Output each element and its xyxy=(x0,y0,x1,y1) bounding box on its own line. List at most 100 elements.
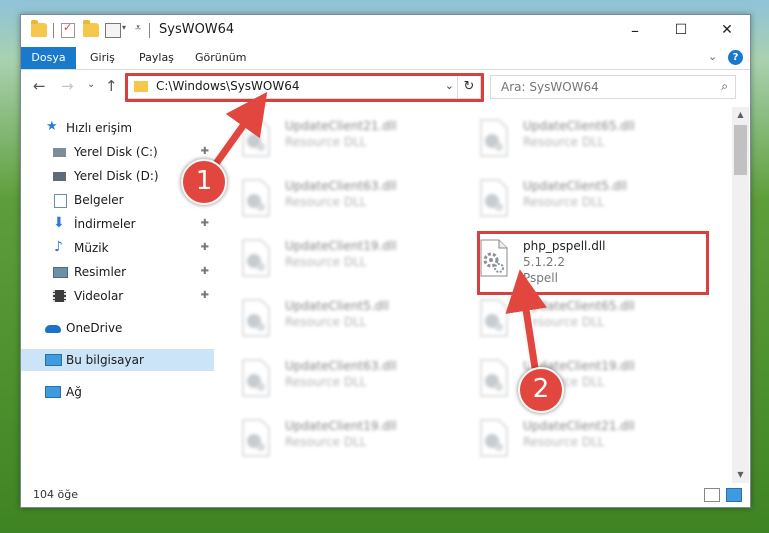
folder-icon xyxy=(31,20,47,37)
pin-icon[interactable]: ✚ xyxy=(201,237,209,259)
file-description: Resource DLL xyxy=(523,135,605,149)
scroll-down-icon[interactable]: ▼ xyxy=(732,467,749,483)
close-button[interactable]: ✕ xyxy=(704,15,750,47)
list-item[interactable]: UpdateClient21.dll Resource DLL xyxy=(239,111,467,161)
file-description: Resource DLL xyxy=(285,435,367,449)
dll-file-icon xyxy=(480,179,508,217)
list-item[interactable]: UpdateClient65.dll Resource DLL xyxy=(477,291,705,341)
file-name: UpdateClient21.dll xyxy=(285,119,397,133)
dll-file-icon xyxy=(480,299,508,337)
file-description: Resource DLL xyxy=(523,435,605,449)
pictures-icon xyxy=(53,267,68,278)
minimize-button[interactable]: – xyxy=(612,15,658,47)
sidebar-item-quick-access[interactable]: ★ Hızlı erişim xyxy=(21,117,214,139)
sidebar-item-onedrive[interactable]: OneDrive xyxy=(21,317,214,339)
file-name: UpdateClient5.dll xyxy=(285,299,389,313)
list-item[interactable]: UpdateClient5.dll Resource DLL xyxy=(239,291,467,341)
list-item[interactable]: UpdateClient63.dll Resource DLL xyxy=(239,171,467,221)
sidebar-item-label: Hızlı erişim xyxy=(66,121,133,135)
file-name: UpdateClient65.dll xyxy=(523,299,635,313)
list-item[interactable]: UpdateClient19.dll Resource DLL xyxy=(239,231,467,281)
sidebar-item-label: Bu bilgisayar xyxy=(66,353,144,367)
dll-file-icon xyxy=(480,359,508,397)
dll-file-icon xyxy=(242,299,270,337)
file-list: UpdateClient21.dll Resource DLL UpdateCl… xyxy=(219,107,729,483)
tab-file[interactable]: Dosya xyxy=(21,47,76,69)
item-count: 104 öğe xyxy=(33,488,78,501)
sidebar-item-local-disk-c[interactable]: Yerel Disk (C:) ✚ xyxy=(21,141,214,163)
pin-icon[interactable]: ✚ xyxy=(201,213,209,235)
new-folder-icon[interactable] xyxy=(83,20,99,37)
quick-access-menu-icon[interactable]: ⩡ xyxy=(135,21,141,35)
sidebar-item-this-pc[interactable]: Bu bilgisayar xyxy=(21,349,214,371)
sidebar-item-downloads[interactable]: ⬇ İndirmeler ✚ xyxy=(21,213,214,235)
dll-file-icon xyxy=(242,239,270,277)
forward-button[interactable]: → xyxy=(61,77,74,95)
search-box[interactable]: ⌕ xyxy=(490,75,736,99)
sidebar-item-label: Yerel Disk (D:) xyxy=(74,169,159,183)
window-title: SysWOW64 xyxy=(159,22,235,37)
file-name: UpdateClient65.dll xyxy=(523,119,635,133)
tab-home[interactable]: Giriş xyxy=(80,47,125,69)
large-icons-view-icon[interactable] xyxy=(726,488,742,502)
dll-file-icon xyxy=(242,419,270,457)
cloud-icon xyxy=(45,325,61,333)
search-icon[interactable]: ⌕ xyxy=(721,79,728,94)
file-name: UpdateClient19.dll xyxy=(285,239,397,253)
sidebar-item-label: Videolar xyxy=(74,289,124,303)
title-separator xyxy=(53,23,54,38)
list-item[interactable]: UpdateClient19.dll Resource DLL xyxy=(477,351,705,401)
toolbar-dropdown-icon[interactable]: ▾ xyxy=(122,23,126,32)
drive-icon xyxy=(53,172,66,181)
sidebar-item-videos[interactable]: Videolar ✚ xyxy=(21,285,214,307)
list-item[interactable]: UpdateClient21.dll Resource DLL xyxy=(477,411,705,461)
file-name: UpdateClient5.dll xyxy=(523,179,627,193)
file-name: UpdateClient21.dll xyxy=(523,419,635,433)
sidebar-item-network[interactable]: Ağ xyxy=(21,381,214,403)
title-bar[interactable]: ✓ ▾ ⩡ SysWOW64 – ☐ ✕ xyxy=(21,15,750,47)
sidebar-item-label: Resimler xyxy=(74,265,127,279)
list-item[interactable]: UpdateClient19.dll Resource DLL xyxy=(239,411,467,461)
sidebar-item-pictures[interactable]: Resimler ✚ xyxy=(21,261,214,283)
maximize-button[interactable]: ☐ xyxy=(658,15,704,47)
vertical-scrollbar[interactable]: ▲ ▼ xyxy=(732,107,749,483)
videos-icon xyxy=(53,290,66,302)
tab-share[interactable]: Paylaş xyxy=(129,47,184,69)
sidebar-item-music[interactable]: ♪ Müzik ✚ xyxy=(21,237,214,259)
list-item[interactable]: UpdateClient65.dll Resource DLL xyxy=(477,111,705,161)
navigation-bar: ← → ⌄ ↑ C:\Windows\SysWOW64 ⌄ ↻ ⌕ xyxy=(21,70,750,106)
callout-number-1: 1 xyxy=(181,159,227,205)
properties-icon[interactable]: ✓ xyxy=(61,21,75,38)
back-button[interactable]: ← xyxy=(33,77,46,95)
file-highlight-box xyxy=(477,231,709,295)
up-button[interactable]: ↑ xyxy=(105,77,118,95)
sidebar-item-label: OneDrive xyxy=(66,321,123,335)
dll-file-icon xyxy=(480,419,508,457)
sidebar-item-label: Belgeler xyxy=(74,193,124,207)
pin-icon[interactable]: ✚ xyxy=(201,285,209,307)
file-description: Resource DLL xyxy=(523,315,605,329)
scroll-thumb[interactable] xyxy=(734,125,747,175)
file-description: Resource DLL xyxy=(285,255,367,269)
list-item[interactable]: UpdateClient5.dll Resource DLL xyxy=(477,171,705,221)
network-icon xyxy=(45,386,61,398)
list-item[interactable]: UpdateClient63.dll Resource DLL xyxy=(239,351,467,401)
drive-icon xyxy=(53,148,66,157)
navigation-pane: ★ Hızlı erişim Yerel Disk (C:) ✚ Yerel D… xyxy=(21,107,214,483)
scroll-up-icon[interactable]: ▲ xyxy=(732,107,749,123)
star-icon: ★ xyxy=(46,119,58,134)
pin-icon[interactable]: ✚ xyxy=(201,261,209,283)
documents-icon xyxy=(54,194,67,208)
file-name: UpdateClient19.dll xyxy=(285,419,397,433)
details-view-icon[interactable] xyxy=(704,488,720,502)
dll-file-icon xyxy=(242,119,270,157)
expand-ribbon-icon[interactable]: ⌄ xyxy=(708,50,717,63)
file-name: UpdateClient63.dll xyxy=(285,179,397,193)
recent-locations-button[interactable]: ⌄ xyxy=(87,79,95,90)
search-input[interactable] xyxy=(499,79,703,95)
callout-number-2: 2 xyxy=(518,367,564,413)
tab-view[interactable]: Görünüm xyxy=(185,47,256,69)
customize-toolbar-icon[interactable] xyxy=(105,23,121,38)
file-description: Resource DLL xyxy=(285,375,367,389)
help-icon[interactable]: ? xyxy=(728,50,743,65)
